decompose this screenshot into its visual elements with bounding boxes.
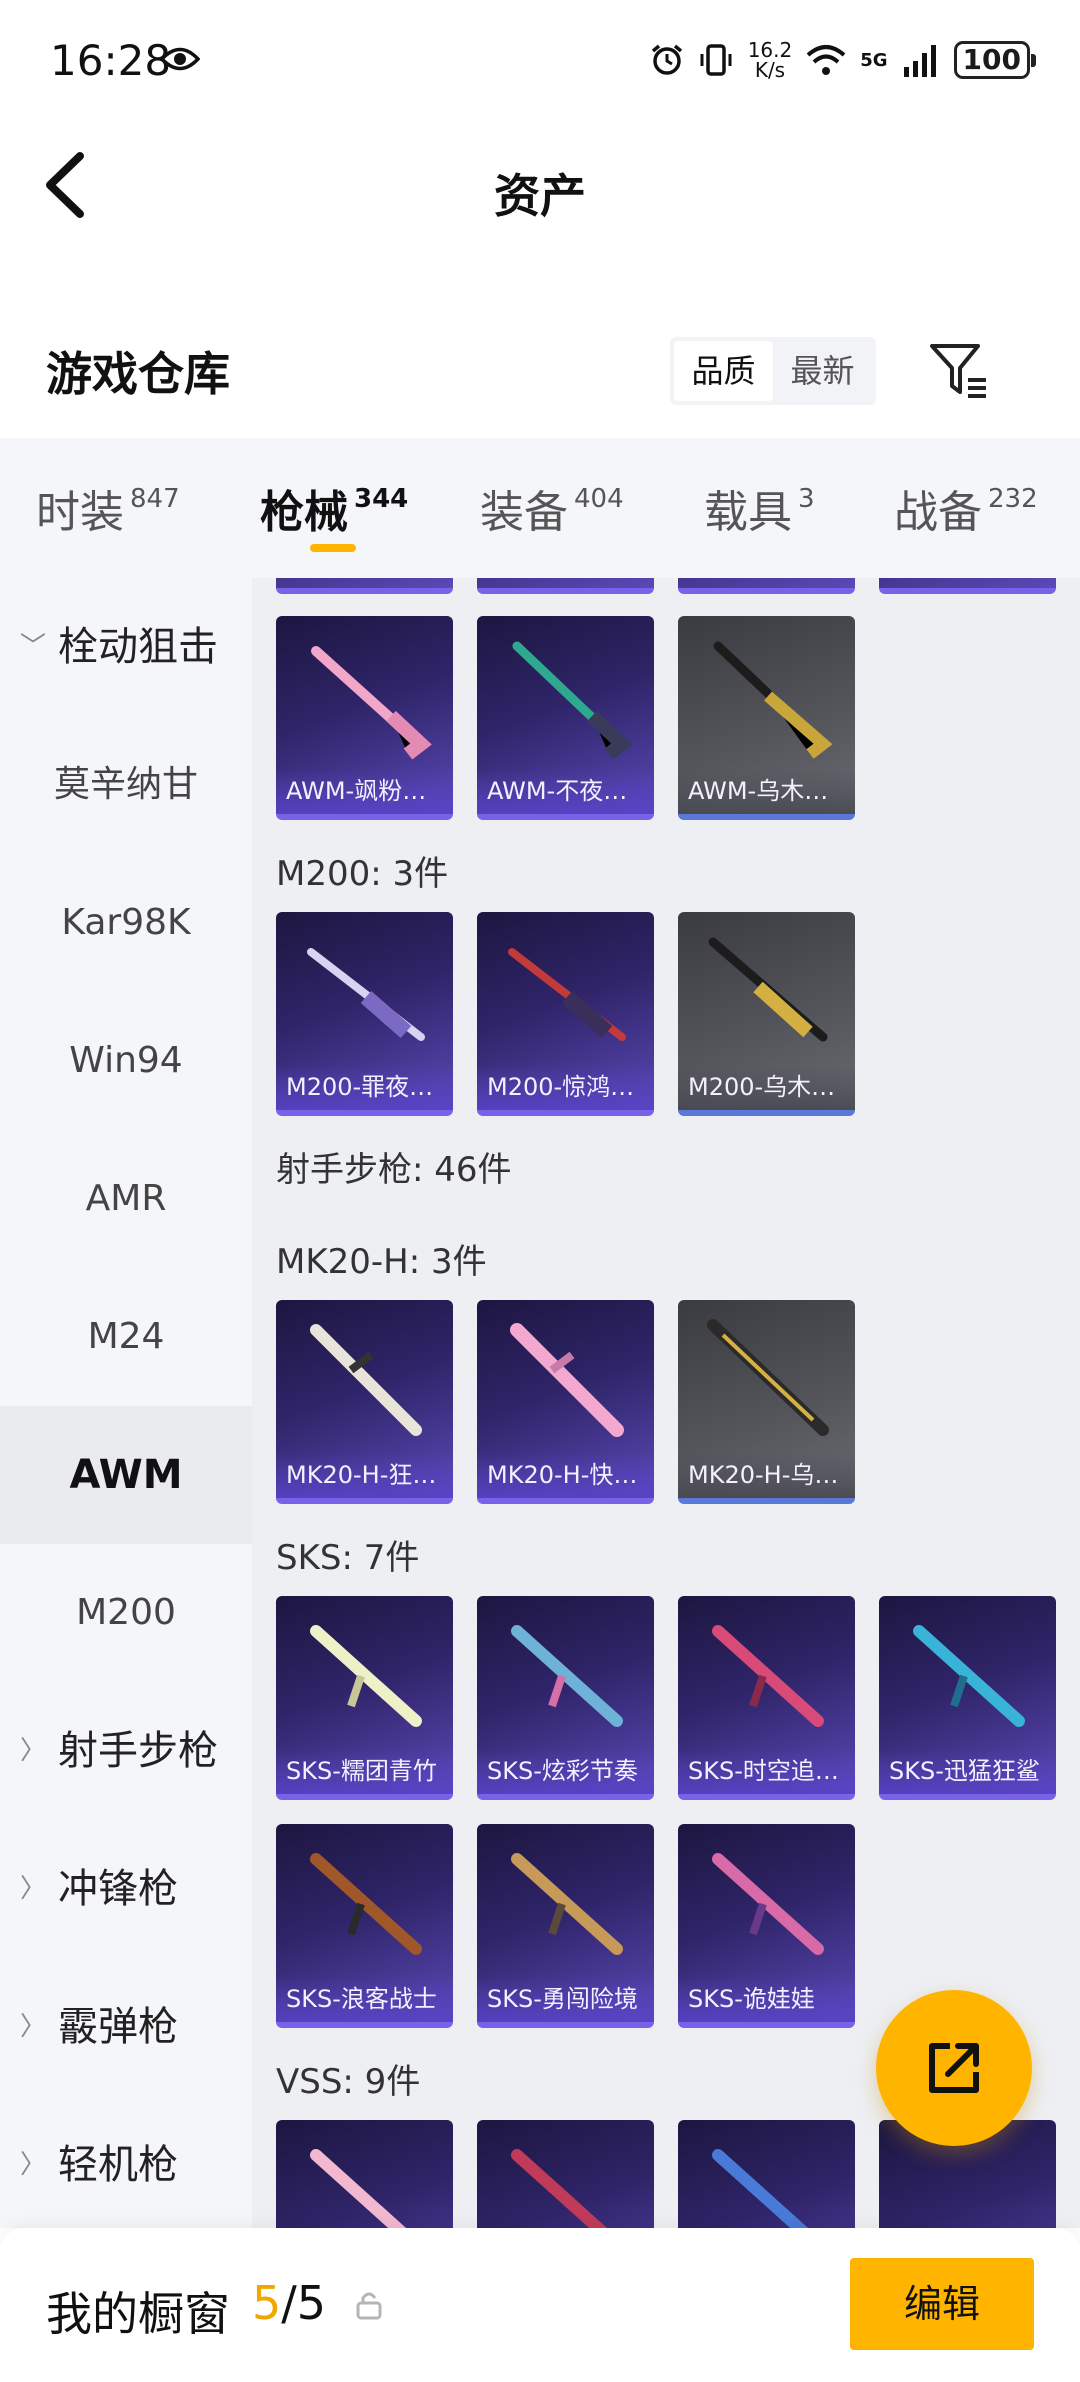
group-label-marksman: 射手步枪: 46件 <box>276 1150 512 1190</box>
category-tabs: 时装 847 枪械 344 装备 404 载具 3 战备 232 <box>0 438 1080 578</box>
nav-group-lmg[interactable]: 〉轻机枪 <box>0 2096 252 2228</box>
sort-quality-button[interactable]: 品质 <box>674 341 773 401</box>
showcase-bar: 我的橱窗 5/5 编辑 <box>0 2228 1080 2382</box>
share-button[interactable] <box>876 1990 1032 2146</box>
rifle-icon <box>310 2149 407 2228</box>
item-card[interactable]: SKS-诡娃娃 <box>678 1824 855 2028</box>
chevron-right-icon: 〉 <box>20 1874 47 1904</box>
sort-toggle: 品质 最新 <box>670 337 876 405</box>
nav-item-win94[interactable]: Win94 <box>0 992 252 1130</box>
item-card[interactable] <box>678 578 855 594</box>
rifle-icon <box>913 1625 1025 1727</box>
item-card[interactable] <box>477 2120 654 2228</box>
group-label-m200: M200: 3件 <box>276 854 449 894</box>
item-card[interactable]: M200-罪夜… <box>276 912 453 1116</box>
vibrate-icon <box>700 44 732 76</box>
network-speed: 16.2 K/s <box>747 38 793 82</box>
status-icons: 16.2 K/s 5G 100 <box>650 38 1037 82</box>
nav-item-kar98k[interactable]: Kar98K <box>0 854 252 992</box>
nav-group-bolt-action[interactable]: ﹀ 栓动狙击 <box>0 578 252 716</box>
alarm-icon <box>651 44 682 75</box>
chevron-right-icon: 〉 <box>20 1736 47 1766</box>
rifle-icon <box>508 948 626 1041</box>
rifle-icon <box>310 1324 422 1436</box>
status-bar: 16:28 16.2 K/s 5G 100 <box>0 0 1080 120</box>
share-icon <box>929 2043 979 2093</box>
tab-fashion[interactable]: 时装 847 <box>36 476 180 540</box>
rifle-icon <box>311 646 432 760</box>
rifle-icon <box>310 1853 422 1955</box>
chevron-down-icon: ﹀ <box>20 632 47 662</box>
active-tab-indicator <box>310 544 356 552</box>
item-card[interactable] <box>276 2120 453 2228</box>
edit-button[interactable]: 编辑 <box>850 2258 1034 2350</box>
wifi-icon <box>806 45 846 75</box>
page-title: 资产 <box>494 169 586 223</box>
rifle-icon <box>510 1323 624 1437</box>
warehouse-title: 游戏仓库 <box>46 347 230 401</box>
item-card[interactable]: SKS-浪客战士 <box>276 1824 453 2028</box>
signal-icon <box>903 45 936 77</box>
group-label-sks: SKS: 7件 <box>276 1538 420 1578</box>
rifle-icon <box>511 1853 623 1955</box>
status-time: 16:28 <box>50 36 172 85</box>
tab-equipment[interactable]: 装备 404 <box>480 476 624 540</box>
item-card[interactable]: AWM-不夜… <box>477 616 654 820</box>
rifle-icon <box>708 937 828 1042</box>
nav-item-awm[interactable]: AWM <box>0 1406 252 1544</box>
item-card[interactable] <box>879 578 1056 594</box>
rifle-icon <box>712 1853 824 1955</box>
item-card[interactable]: SKS-勇闯险境 <box>477 1824 654 2028</box>
rifle-icon <box>512 641 633 760</box>
nav-group-shotgun[interactable]: 〉霰弹枪 <box>0 1958 252 2096</box>
tab-vehicles[interactable]: 载具 3 <box>704 476 815 540</box>
weapon-type-nav: ﹀ 栓动狙击 莫辛纳甘 Kar98K Win94 AMR M24 AWM M200… <box>0 578 252 2228</box>
eye-icon <box>160 47 200 71</box>
nav-item-m24[interactable]: M24 <box>0 1268 252 1406</box>
chevron-right-icon: 〉 <box>20 2150 47 2180</box>
network-type: 5G <box>860 49 888 71</box>
item-card[interactable] <box>678 2120 855 2228</box>
nav-group-marksman[interactable]: 〉射手步枪 <box>0 1682 252 1820</box>
item-card[interactable] <box>276 578 453 594</box>
item-card[interactable]: MK20-H-乌… <box>678 1300 855 1504</box>
group-label-mk20h: MK20-H: 3件 <box>276 1242 487 1282</box>
sort-newest-button[interactable]: 最新 <box>773 341 872 401</box>
battery-indicator: 100 <box>953 41 1037 79</box>
item-card[interactable]: SKS-时空追… <box>678 1596 855 1800</box>
nav-item-m200[interactable]: M200 <box>0 1544 252 1682</box>
showcase-label: 我的橱窗 <box>46 2287 230 2341</box>
tab-supplies[interactable]: 战备 232 <box>894 476 1038 540</box>
filter-icon[interactable] <box>928 340 990 402</box>
rifle-icon <box>310 1625 422 1727</box>
chevron-right-icon: 〉 <box>20 2012 47 2042</box>
rifle-icon <box>712 2149 809 2228</box>
item-card[interactable]: SKS-糯团青竹 <box>276 1596 453 1800</box>
group-label-vss: VSS: 9件 <box>276 2062 421 2102</box>
rifle-icon <box>511 1625 623 1727</box>
nav-item-mosin[interactable]: 莫辛纳甘 <box>0 716 252 854</box>
rifle-icon <box>511 2149 608 2228</box>
rifle-icon <box>307 948 425 1041</box>
tab-guns[interactable]: 枪械 344 <box>260 476 408 540</box>
item-card[interactable]: SKS-炫彩节奏 <box>477 1596 654 1800</box>
item-card[interactable]: AWM-飒粉… <box>276 616 453 820</box>
item-card[interactable]: M200-乌木… <box>678 912 855 1116</box>
item-card[interactable] <box>477 578 654 594</box>
item-card[interactable]: SKS-迅猛狂鲨 <box>879 1596 1056 1800</box>
item-card[interactable]: MK20-H-狂… <box>276 1300 453 1504</box>
lock-icon <box>356 2292 382 2320</box>
nav-group-smg[interactable]: 〉冲锋枪 <box>0 1820 252 1958</box>
rifle-icon <box>712 1625 824 1727</box>
app-header: 资产 <box>0 120 1080 255</box>
item-card[interactable]: AWM-乌木… <box>678 616 855 820</box>
rifle-icon <box>713 641 833 759</box>
item-grid: AWM-飒粉… AWM-不夜… AWM-乌木… M200: 3件 M200-罪夜… <box>252 578 1080 2228</box>
item-card[interactable]: MK20-H-快… <box>477 1300 654 1504</box>
rifle-icon <box>707 1319 829 1436</box>
showcase-count: 5/5 <box>252 2276 327 2330</box>
item-card[interactable]: M200-惊鸿… <box>477 912 654 1116</box>
nav-item-amr[interactable]: AMR <box>0 1130 252 1268</box>
